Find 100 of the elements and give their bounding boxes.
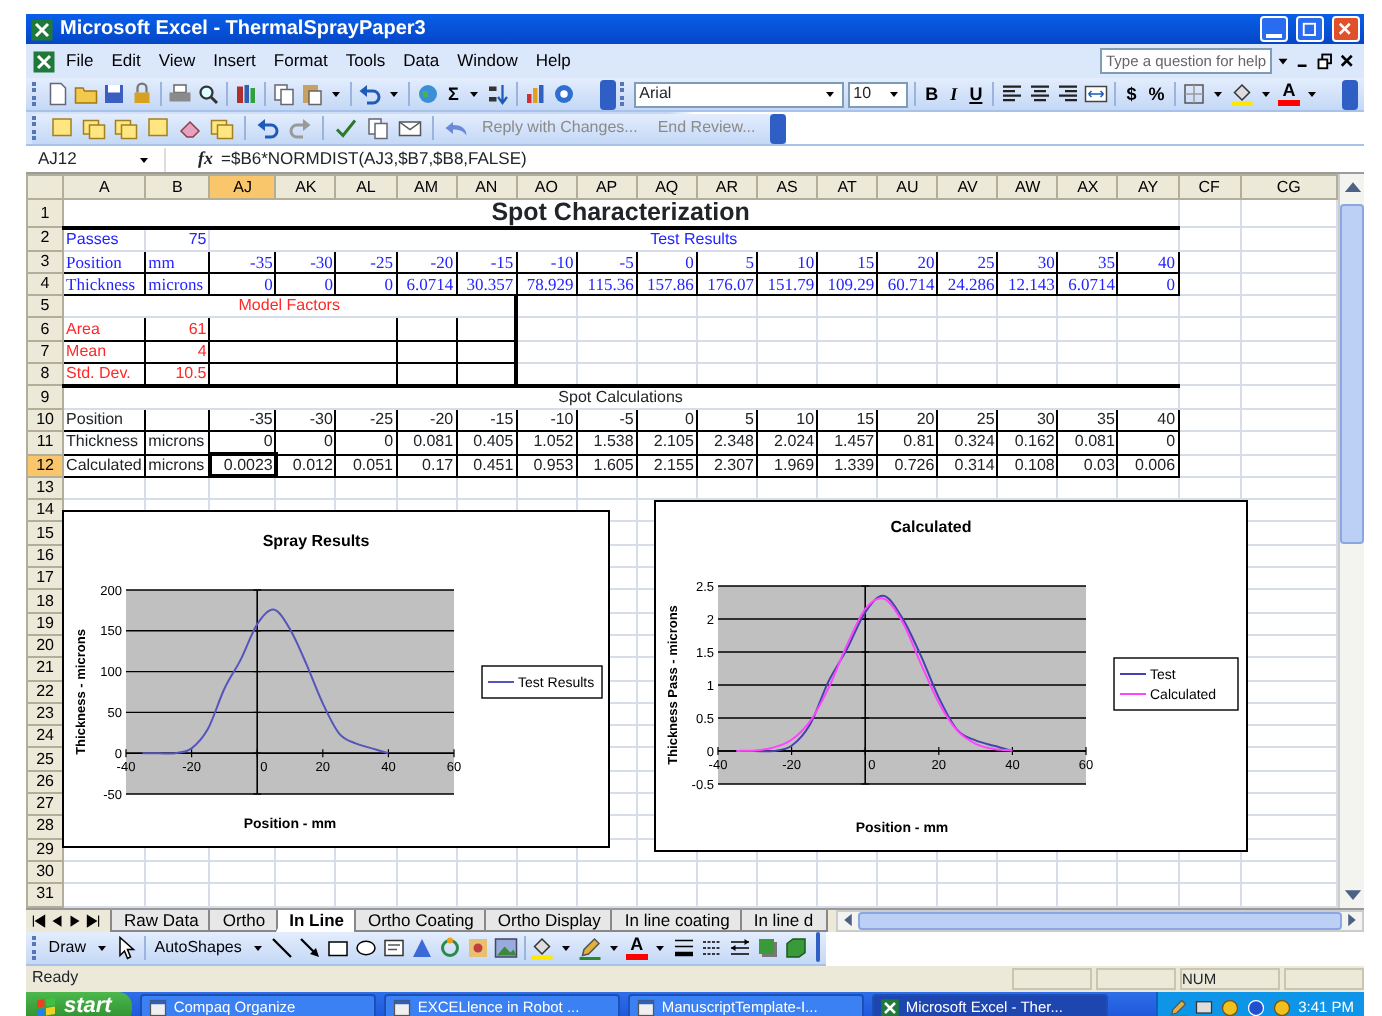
autoshapes-menu-button[interactable]: AutoShapes bbox=[150, 935, 246, 960]
column-header[interactable]: AJ bbox=[209, 175, 276, 199]
row-header[interactable]: 20 bbox=[27, 634, 64, 658]
row-header[interactable]: 7 bbox=[27, 340, 64, 363]
column-header[interactable]: AU bbox=[877, 175, 938, 199]
table-cell[interactable]: 2.024 bbox=[756, 431, 818, 455]
row-header[interactable]: 22 bbox=[27, 680, 64, 703]
caret-icon[interactable] bbox=[466, 86, 483, 102]
table-cell[interactable]: 75 bbox=[145, 227, 210, 250]
table-cell[interactable]: 0.726 bbox=[877, 454, 938, 477]
table-cell[interactable]: 1.339 bbox=[817, 454, 878, 477]
row-header[interactable]: 1 bbox=[27, 199, 64, 227]
column-header[interactable]: AS bbox=[756, 175, 818, 199]
menu-item[interactable]: View bbox=[150, 48, 204, 74]
column-header[interactable]: AN bbox=[456, 175, 517, 199]
line-style-icon[interactable] bbox=[671, 935, 696, 960]
row-header[interactable]: 12 bbox=[27, 454, 64, 477]
table-cell[interactable]: 0.081 bbox=[1057, 431, 1118, 455]
caret-icon[interactable] bbox=[1210, 86, 1227, 102]
caret-icon[interactable] bbox=[885, 86, 902, 102]
table-cell[interactable]: 25 bbox=[937, 250, 998, 273]
pointer-icon[interactable] bbox=[113, 935, 138, 960]
column-header[interactable]: CG bbox=[1240, 175, 1337, 199]
table-cell[interactable]: 5 bbox=[696, 250, 757, 273]
row-header[interactable]: 26 bbox=[27, 770, 64, 794]
pen-icon[interactable] bbox=[1168, 997, 1189, 1016]
table-cell[interactable]: Mean bbox=[63, 340, 146, 363]
table-cell[interactable]: 0.162 bbox=[997, 431, 1058, 455]
row-header[interactable]: 24 bbox=[27, 725, 64, 748]
table-cell[interactable]: 35 bbox=[1057, 250, 1118, 273]
table-cell[interactable]: Spot Calculations bbox=[63, 385, 1179, 409]
table-cell[interactable]: 176.07 bbox=[696, 272, 757, 296]
column-header[interactable]: AQ bbox=[636, 175, 697, 199]
toolbar-options-button[interactable] bbox=[599, 79, 616, 109]
menu-item[interactable]: Help bbox=[527, 48, 579, 74]
font-size-field[interactable]: 10 bbox=[847, 81, 908, 107]
arrow-icon[interactable] bbox=[297, 935, 322, 960]
table-cell[interactable]: 1.538 bbox=[576, 431, 637, 455]
menu-item[interactable]: Edit bbox=[103, 48, 149, 74]
row-header[interactable]: 3 bbox=[27, 250, 64, 273]
row-header[interactable]: 13 bbox=[27, 476, 64, 500]
table-cell[interactable]: 0.081 bbox=[396, 431, 457, 455]
table-cell[interactable]: 1.605 bbox=[576, 454, 637, 477]
column-header[interactable]: AP bbox=[576, 175, 637, 199]
row-header[interactable]: 8 bbox=[27, 362, 64, 386]
table-cell[interactable]: 115.36 bbox=[576, 272, 637, 296]
table-cell[interactable]: 0.0023 bbox=[209, 454, 276, 477]
row-header[interactable]: 27 bbox=[27, 793, 64, 816]
column-header[interactable]: AX bbox=[1057, 175, 1118, 199]
row-header[interactable]: 31 bbox=[27, 883, 64, 907]
caret-icon[interactable] bbox=[328, 86, 344, 102]
font-color-button[interactable]: A bbox=[1278, 82, 1300, 106]
column-header[interactable]: AW bbox=[997, 175, 1058, 199]
sheet-tab[interactable]: In Line bbox=[275, 909, 358, 932]
printer-icon[interactable] bbox=[168, 82, 192, 106]
rectangle-icon[interactable] bbox=[325, 935, 350, 960]
column-header[interactable]: B bbox=[145, 175, 210, 199]
underline-button[interactable]: U bbox=[965, 82, 987, 106]
table-cell[interactable]: 10 bbox=[756, 250, 818, 273]
table-cell[interactable]: 1.052 bbox=[516, 431, 577, 455]
table-cell[interactable]: 10 bbox=[756, 408, 818, 432]
folder-icon[interactable] bbox=[74, 82, 98, 106]
caret-icon[interactable] bbox=[821, 86, 838, 102]
table-cell[interactable]: -25 bbox=[335, 250, 397, 273]
maximize-button[interactable] bbox=[1296, 16, 1324, 42]
previous-sheet-button[interactable] bbox=[48, 911, 66, 930]
align-right-icon[interactable] bbox=[1056, 82, 1081, 106]
table-cell[interactable]: 109.29 bbox=[817, 272, 878, 296]
comments-icon[interactable] bbox=[114, 116, 138, 140]
table-cell[interactable]: 0.81 bbox=[877, 431, 938, 455]
table-cell[interactable]: 0 bbox=[1117, 272, 1179, 296]
menu-item[interactable]: Window bbox=[449, 48, 526, 74]
books-icon[interactable] bbox=[234, 82, 258, 106]
table-cell[interactable]: -35 bbox=[209, 408, 276, 432]
row-header[interactable]: 9 bbox=[27, 385, 64, 409]
row-header[interactable]: 15 bbox=[27, 521, 64, 545]
monitor-icon[interactable] bbox=[1194, 997, 1215, 1016]
column-header[interactable]: AL bbox=[335, 175, 397, 199]
table-cell[interactable]: 6.0714 bbox=[396, 272, 457, 296]
table-cell[interactable]: -10 bbox=[516, 408, 577, 432]
column-header[interactable]: AM bbox=[396, 175, 457, 199]
toolbar-options-button[interactable] bbox=[769, 113, 786, 143]
table-cell[interactable]: microns bbox=[145, 431, 210, 455]
table-cell[interactable]: 0.006 bbox=[1117, 454, 1179, 477]
menu-item[interactable]: Insert bbox=[205, 48, 264, 74]
table-cell[interactable]: 35 bbox=[1057, 408, 1118, 432]
table-cell[interactable]: -15 bbox=[456, 408, 517, 432]
table-cell[interactable]: 0.03 bbox=[1057, 454, 1118, 477]
menu-item[interactable]: File bbox=[58, 48, 102, 74]
row-header[interactable]: 4 bbox=[27, 272, 64, 296]
comments-icon[interactable] bbox=[82, 116, 106, 140]
align-left-icon[interactable] bbox=[1000, 82, 1025, 106]
toolbar-options-button[interactable] bbox=[815, 932, 821, 963]
ellipse-icon[interactable] bbox=[353, 935, 378, 960]
table-cell[interactable]: 0 bbox=[636, 250, 697, 273]
table-cell[interactable]: 15 bbox=[817, 250, 878, 273]
table-cell[interactable]: Model Factors bbox=[63, 295, 517, 318]
note-icon[interactable] bbox=[50, 116, 74, 140]
table-cell[interactable]: Position bbox=[63, 250, 146, 273]
sheet-tab[interactable]: Raw Data bbox=[110, 909, 213, 932]
